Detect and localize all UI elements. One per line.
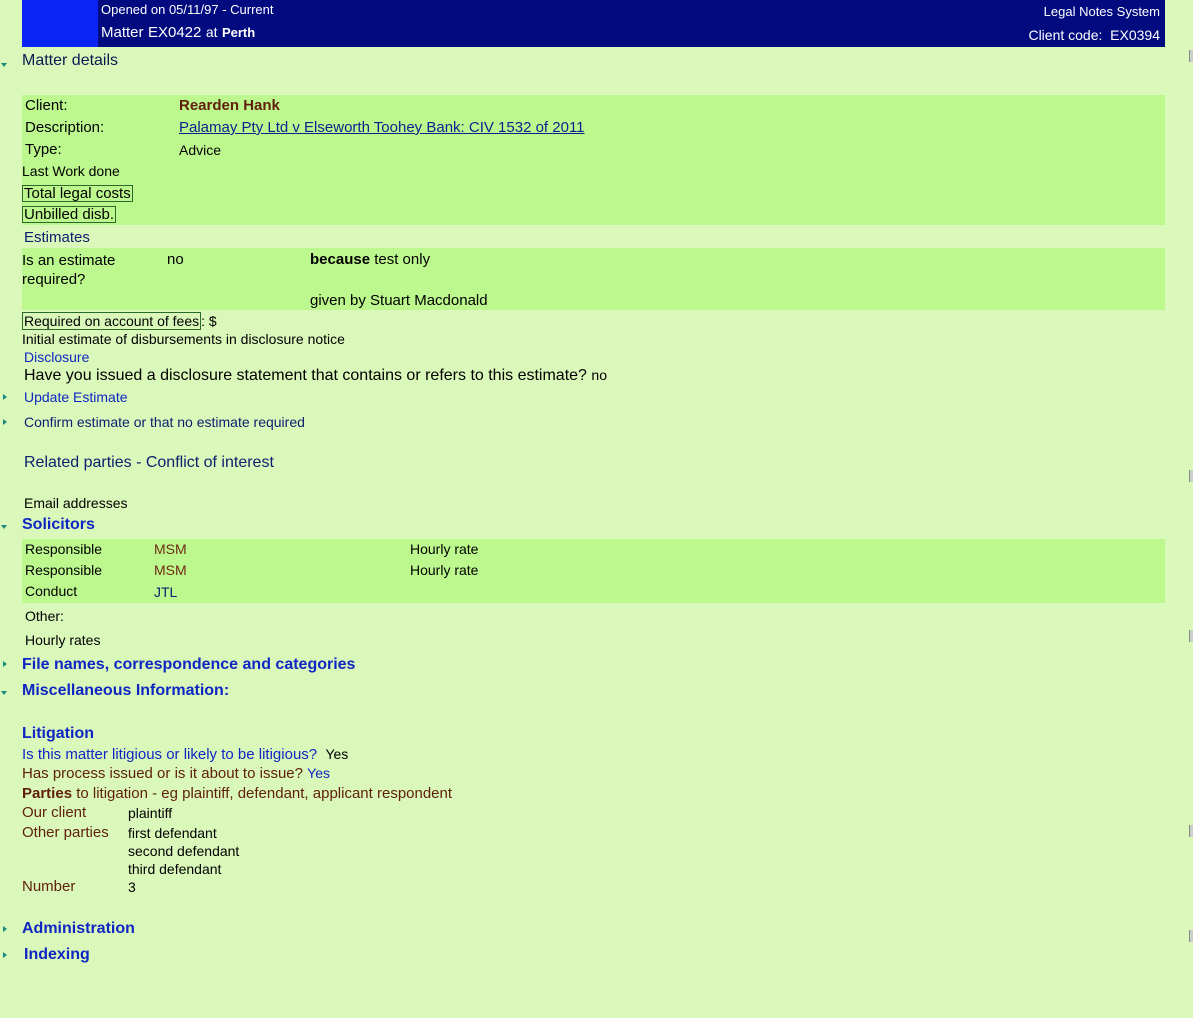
misc-section-heading[interactable]: Miscellaneous Information:	[22, 682, 229, 700]
scrollbar-tick[interactable]	[1189, 630, 1193, 642]
estimate-because: because test only	[310, 251, 431, 268]
estimate-answer: no	[167, 251, 184, 268]
confirm-estimate-link[interactable]: Confirm estimate or that no estimate req…	[24, 414, 305, 430]
other-party: third defendant	[128, 861, 222, 877]
number-value: 3	[128, 879, 136, 895]
estimate-given-by: given by Stuart Macdonald	[310, 292, 488, 309]
system-name: Legal Notes System	[1043, 4, 1160, 19]
description-link[interactable]: Palamay Pty Ltd v Elseworth Toohey Bank:…	[179, 119, 585, 136]
client-label: Client:	[25, 97, 68, 114]
hourly-rate-label: Hourly rate	[410, 562, 479, 578]
process-question: Has process issued or is it about to iss…	[22, 765, 330, 782]
expand-twisty-icon[interactable]	[3, 926, 7, 932]
estimates-heading: Estimates	[24, 229, 90, 246]
client-code: Client code: EX0394	[1028, 27, 1160, 43]
update-estimate-link[interactable]: Update Estimate	[24, 389, 128, 405]
last-work-label: Last Work done	[22, 163, 120, 179]
related-parties-link[interactable]: Related parties - Conflict of interest	[24, 454, 274, 472]
solicitors-heading[interactable]: Solicitors	[22, 516, 95, 534]
email-addresses-label: Email addresses	[24, 495, 128, 511]
collapse-twisty-icon[interactable]	[1, 63, 7, 67]
opened-date: Opened on 05/11/97 - Current	[101, 2, 274, 17]
description-label: Description:	[25, 119, 105, 136]
collapse-twisty-icon[interactable]	[1, 525, 7, 529]
initial-estimate-label: Initial estimate of disbursements in dis…	[22, 331, 345, 347]
matter-title: Matter EX0422 at Perth	[101, 24, 256, 41]
administration-heading[interactable]: Administration	[22, 920, 135, 938]
other-party: first defendant	[128, 825, 217, 841]
our-client-label: Our client	[22, 804, 87, 821]
other-party: second defendant	[128, 843, 240, 859]
scrollbar-tick[interactable]	[1189, 470, 1193, 482]
collapse-twisty-icon[interactable]	[1, 691, 7, 695]
solicitor-role: Conduct	[25, 583, 78, 599]
expand-twisty-icon[interactable]	[3, 394, 7, 400]
matter-details-band	[22, 95, 1165, 225]
litigious-question: Is this matter litigious or likely to be…	[22, 746, 349, 763]
parties-heading: Parties to litigation - eg plaintiff, de…	[22, 785, 453, 802]
other-parties-label: Other parties	[22, 824, 109, 841]
indexing-heading[interactable]: Indexing	[24, 946, 90, 964]
unbilled-label: Unbilled disb.	[22, 206, 117, 223]
client-name: Rearden Hank	[179, 97, 280, 114]
litigation-heading: Litigation	[22, 725, 94, 742]
solicitor-code: MSM	[154, 562, 187, 578]
estimates-band	[22, 248, 1165, 310]
solicitor-code: MSM	[154, 541, 187, 557]
matter-header: Opened on 05/11/97 - Current Matter EX04…	[22, 0, 1165, 47]
expand-twisty-icon[interactable]	[3, 419, 7, 425]
required-on-account: Required on account of fees: $	[22, 312, 217, 330]
files-section-heading[interactable]: File names, correspondence and categorie…	[22, 656, 355, 674]
estimate-question: Is an estimate required?	[22, 252, 116, 288]
logo-block	[22, 0, 98, 47]
expand-twisty-icon[interactable]	[3, 952, 7, 958]
disclosure-question: Have you issued a disclosure statement t…	[24, 367, 607, 384]
solicitor-role: Responsible	[25, 562, 103, 578]
type-value: Advice	[179, 142, 222, 158]
expand-twisty-icon[interactable]	[3, 661, 7, 667]
scrollbar-tick[interactable]	[1189, 930, 1193, 942]
our-client-value: plaintiff	[128, 805, 173, 821]
solicitors-band	[22, 539, 1165, 603]
total-costs-label: Total legal costs	[22, 185, 133, 202]
matter-details-heading[interactable]: Matter details	[22, 52, 118, 70]
number-label: Number	[22, 878, 76, 895]
other-label: Other:	[25, 608, 64, 624]
type-label: Type:	[25, 141, 62, 158]
hourly-rate-label: Hourly rate	[410, 541, 479, 557]
disclosure-heading: Disclosure	[24, 349, 90, 365]
scrollbar-tick[interactable]	[1189, 825, 1193, 837]
solicitor-role: Responsible	[25, 541, 103, 557]
solicitor-code: JTL	[154, 584, 178, 600]
scrollbar-tick[interactable]	[1189, 50, 1193, 62]
hourly-rates-label: Hourly rates	[25, 632, 101, 648]
